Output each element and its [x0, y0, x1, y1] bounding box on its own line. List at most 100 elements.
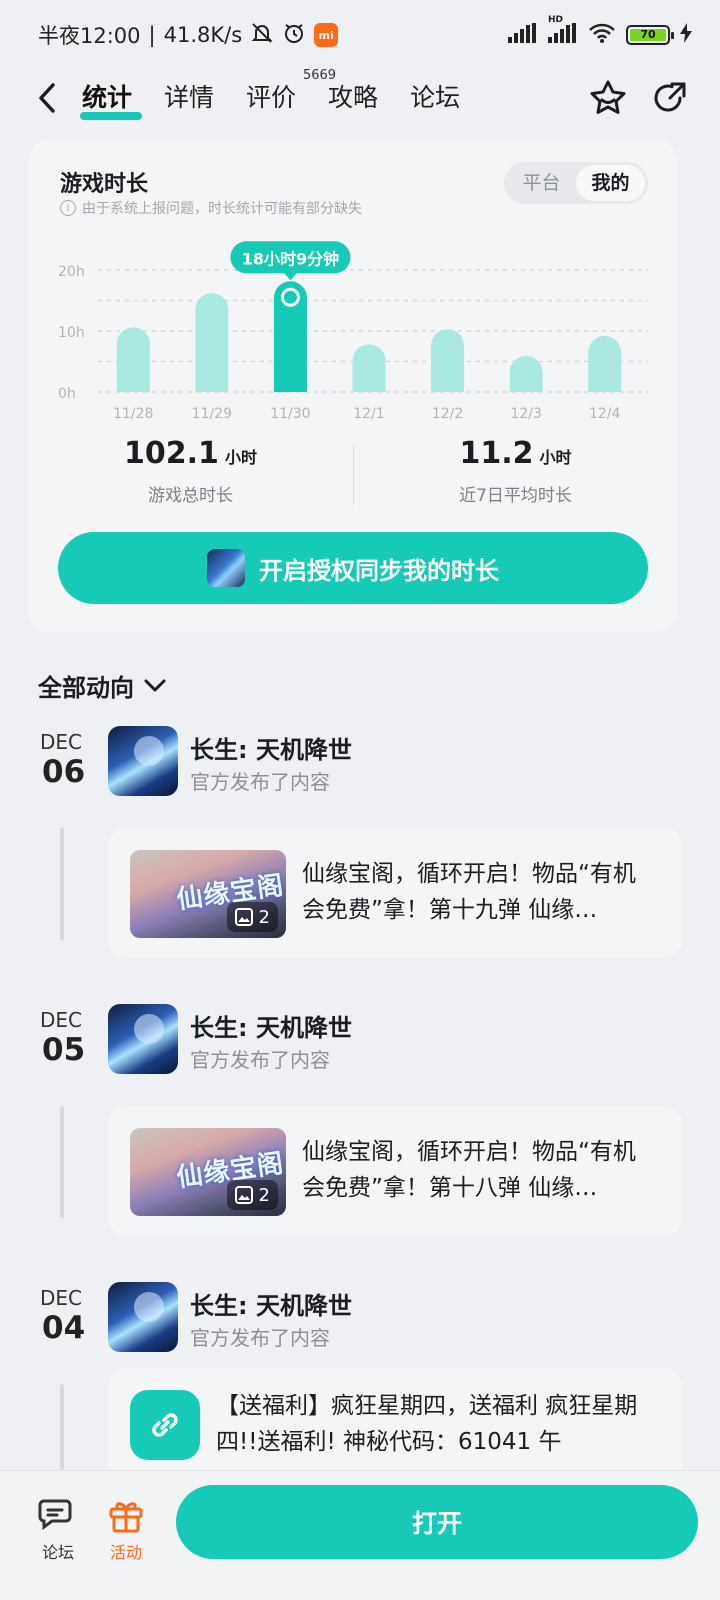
chart-x-tick-label: 12/2: [432, 406, 463, 422]
game-avatar[interactable]: [108, 1282, 178, 1352]
chevron-left-icon: [39, 83, 55, 113]
chart-bar: [195, 293, 229, 392]
play-time-chart: 0h 10h 20h 11/28 11/29 11/30 18小时9分钟 12/1 12/2 12…: [58, 241, 648, 422]
chart-bar: [431, 329, 465, 392]
hd-label: HD: [548, 15, 564, 25]
feed-filter-label: 全部动向: [38, 674, 134, 702]
average-unit: 小时: [539, 448, 572, 467]
feed-post-card[interactable]: 仙缘宝阁 2 仙缘宝阁，循环开启！物品“有机会免费”拿！第十八弹 仙缘…: [108, 1106, 682, 1236]
image-count-badge: 2: [226, 1180, 278, 1210]
game-avatar[interactable]: [108, 726, 178, 796]
total-unit: 小时: [224, 448, 257, 467]
feed-game-name[interactable]: 长生: 天机降世: [190, 730, 352, 765]
chart-x-tick-label: 11/28: [113, 406, 153, 422]
chart-bar: [352, 344, 386, 392]
feed-date-month: DEC: [40, 1008, 83, 1032]
chart-x-tick-label: 12/1: [353, 406, 384, 422]
timeline-line: [60, 1106, 64, 1218]
chart-y-tick-label: 20h: [58, 264, 85, 280]
feed-action-text: 官方发布了内容: [190, 1048, 330, 1072]
post-text: 仙缘宝阁，循环开启！物品“有机会免费”拿！第十八弹 仙缘…: [302, 1139, 636, 1201]
signal-icon: [508, 23, 538, 47]
chevron-down-icon: [144, 679, 166, 691]
card-title: 游戏时长: [60, 172, 149, 197]
status-time: 半夜12:00: [38, 24, 141, 48]
tab-forum[interactable]: 论坛: [410, 78, 460, 114]
chart-tooltip-text: 18小时9分钟: [242, 249, 339, 268]
favorite-button[interactable]: [588, 78, 628, 122]
back-button[interactable]: [36, 82, 58, 118]
feed-item: DEC 05 长生: 天机降世 官方发布了内容 仙缘宝阁 2 仙缘宝阁，循环开启…: [0, 1002, 720, 1242]
top-nav: 统计 详情 评价 5669 攻略 论坛: [0, 68, 720, 128]
timeline-line: [60, 828, 64, 940]
game-icon: [207, 549, 245, 587]
battery-icon: 70: [626, 25, 674, 45]
chart-bar: [588, 335, 622, 392]
feed-game-name[interactable]: 长生: 天机降世: [190, 1008, 352, 1043]
feed-date-month: DEC: [40, 1286, 83, 1310]
chart-tooltip-pointer: [283, 272, 298, 281]
average-value: 11.2: [459, 436, 534, 471]
share-button[interactable]: [650, 78, 690, 122]
status-left: 半夜12:00 | 41.8K/s mi: [38, 20, 339, 50]
status-right: HD 70: [508, 15, 692, 48]
share-icon: [654, 82, 686, 112]
chart-bar: [116, 327, 150, 392]
forum-nav-label: 论坛: [41, 1543, 74, 1562]
hd-signal-icon: HD: [548, 15, 578, 47]
image-count: 2: [258, 1184, 270, 1206]
status-separator: |: [148, 23, 156, 47]
total-label: 游戏总时长: [148, 486, 233, 506]
chart-x-tick-label: 11/29: [192, 406, 232, 422]
chart-y-tick-label: 10h: [58, 325, 85, 341]
gift-icon: [109, 1502, 143, 1533]
chart-bar: [509, 356, 543, 392]
image-icon: [234, 1186, 253, 1204]
info-icon: i: [60, 200, 76, 216]
feed-filter-dropdown[interactable]: 全部动向: [38, 668, 166, 703]
post-thumbnail: 仙缘宝阁 2: [130, 1128, 286, 1216]
chart-x-tick-label: 12/3: [510, 406, 541, 422]
status-network-speed: 41.8K/s: [163, 23, 243, 47]
battery-level: 70: [630, 29, 666, 41]
alarm-icon: [282, 21, 306, 50]
tab-reviews[interactable]: 评价 5669: [246, 68, 336, 114]
feed-action-text: 官方发布了内容: [190, 770, 330, 794]
status-bar: 半夜12:00 | 41.8K/s mi HD 70: [0, 0, 720, 68]
sync-play-time-button[interactable]: 开启授权同步我的时长: [58, 532, 648, 604]
feed-game-name[interactable]: 长生: 天机降世: [190, 1286, 352, 1321]
charging-icon: [680, 23, 692, 47]
feed-date-day: 05: [42, 1032, 86, 1068]
post-text: 仙缘宝阁，循环开启！物品“有机会免费”拿！第十九弹 仙缘…: [302, 861, 636, 923]
tab-stats[interactable]: 统计: [79, 78, 143, 120]
tab-guides[interactable]: 攻略: [328, 78, 378, 114]
chart-y-tick-label: 0h: [58, 386, 76, 402]
feed-date-month: DEC: [40, 730, 83, 754]
sync-button-label: 开启授权同步我的时长: [259, 556, 499, 585]
image-icon: [234, 908, 253, 926]
post-thumbnail: 仙缘宝阁 2: [130, 850, 286, 938]
total-value: 102.1: [124, 436, 219, 471]
post-text: 【送福利】疯狂星期四，送福利 疯狂星期四!!送福利! 神秘代码：61041 午: [216, 1393, 638, 1455]
timeline-line: [60, 1384, 64, 1470]
chart-x-tick-label: 12/4: [589, 406, 621, 422]
link-icon: [152, 1413, 178, 1437]
activity-nav-label: 活动: [109, 1543, 142, 1562]
forum-nav-button[interactable]: 论坛: [28, 1497, 88, 1563]
chart-bar: [273, 281, 307, 392]
average-value-row: 11.2 小时: [353, 436, 678, 471]
feed-item: DEC 06 长生: 天机降世 官方发布了内容 仙缘宝阁 2 仙缘宝阁，循环开启…: [0, 724, 720, 964]
segment-mine[interactable]: 我的: [576, 165, 645, 201]
play-time-card: 游戏时长 i 由于系统上报问题，时长统计可能有部分缺失 平台 我的 0h 10h 2…: [28, 140, 678, 632]
game-avatar[interactable]: [108, 1004, 178, 1074]
tab-bar: 统计 详情 评价 5669 攻略 论坛: [79, 68, 460, 120]
feed-date-day: 06: [42, 754, 86, 790]
activity-nav-button[interactable]: 活动: [96, 1497, 156, 1563]
feed-post-card[interactable]: 仙缘宝阁 2 仙缘宝阁，循环开启！物品“有机会免费”拿！第十九弹 仙缘…: [108, 828, 682, 958]
open-game-button[interactable]: 打开: [176, 1485, 698, 1559]
bottom-action-bar: 论坛 活动 打开: [0, 1470, 720, 1600]
segment-platform[interactable]: 平台: [507, 165, 576, 201]
tab-details[interactable]: 详情: [164, 78, 214, 114]
card-note-text: 由于系统上报问题，时长统计可能有部分缺失: [82, 201, 362, 217]
link-post-tile: [130, 1390, 200, 1460]
